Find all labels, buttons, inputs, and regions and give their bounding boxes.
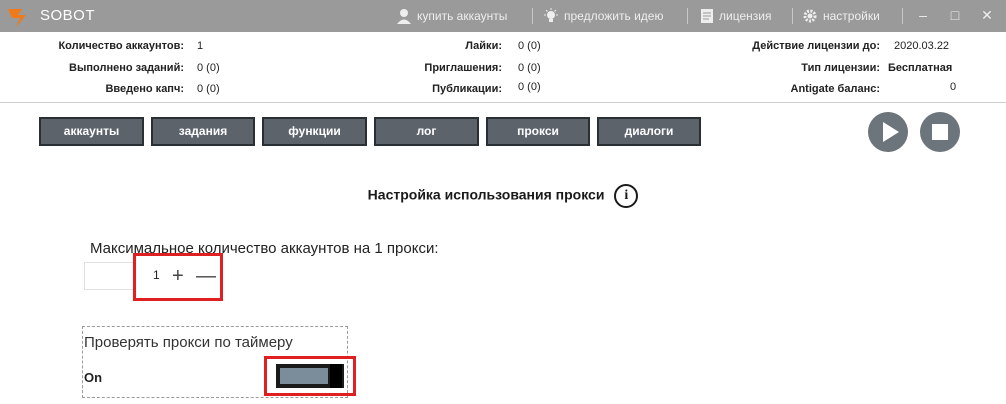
suggest-idea-link[interactable]: предложить идею	[543, 8, 663, 24]
stop-button[interactable]	[920, 112, 960, 152]
accounts-count-value: 1	[197, 40, 204, 52]
maximize-button[interactable]: □	[944, 4, 966, 26]
suggest-idea-label: предложить идею	[564, 9, 664, 23]
buy-accounts-link[interactable]: купить аккаунты	[396, 8, 507, 24]
captcha-entered-value: 0 (0)	[197, 83, 220, 95]
info-icon[interactable]: i	[614, 184, 639, 208]
timer-check-label: Проверять прокси по таймеру	[84, 334, 293, 351]
license-label: лицензия	[719, 9, 772, 23]
divider	[687, 8, 688, 24]
toggle-state-label: On	[84, 370, 103, 385]
settings-link[interactable]: настройки	[802, 8, 880, 24]
play-icon	[883, 122, 899, 142]
antigate-balance-value: 0	[950, 81, 957, 93]
gear-icon	[803, 9, 817, 23]
likes-value: 0 (0)	[518, 40, 541, 52]
tab-proxy[interactable]: прокси	[486, 117, 590, 146]
buy-accounts-label: купить аккаунты	[417, 9, 508, 23]
app-title: SOBOT	[40, 7, 96, 24]
divider	[792, 8, 793, 24]
title-bar: SOBOT купить аккаунты предложить идею ли…	[0, 0, 1006, 32]
tasks-done-value: 0 (0)	[197, 62, 220, 74]
section-title: Настройка использования прокси i	[0, 184, 1006, 208]
minimize-button[interactable]: –	[912, 4, 934, 26]
posts-value: 0 (0)	[518, 81, 541, 93]
tab-log[interactable]: лог	[374, 117, 479, 146]
close-button[interactable]: ✕	[976, 4, 998, 26]
sobot-logo-icon	[8, 9, 26, 27]
max-accounts-input[interactable]	[84, 262, 136, 290]
settings-label: настройки	[823, 9, 880, 23]
highlight-box	[264, 356, 356, 396]
highlight-box	[133, 253, 223, 301]
license-type-value: Бесплатная	[888, 62, 953, 74]
stop-icon	[932, 124, 948, 140]
divider	[902, 8, 903, 24]
lightbulb-icon	[544, 8, 558, 22]
tab-accounts[interactable]: аккаунты	[39, 117, 144, 146]
section-title-text: Настройка использования прокси	[367, 186, 605, 203]
invites-value: 0 (0)	[518, 62, 541, 74]
license-link[interactable]: лицензия	[700, 8, 771, 24]
license-until-value: 2020.03.22	[894, 40, 950, 52]
tab-dialogs[interactable]: диалоги	[597, 117, 701, 146]
tab-functions[interactable]: функции	[262, 117, 367, 146]
tab-tasks[interactable]: задания	[151, 117, 255, 146]
play-button[interactable]	[868, 112, 908, 152]
document-icon	[701, 9, 713, 23]
user-icon	[397, 9, 411, 24]
divider	[532, 8, 533, 24]
divider	[0, 102, 1006, 103]
